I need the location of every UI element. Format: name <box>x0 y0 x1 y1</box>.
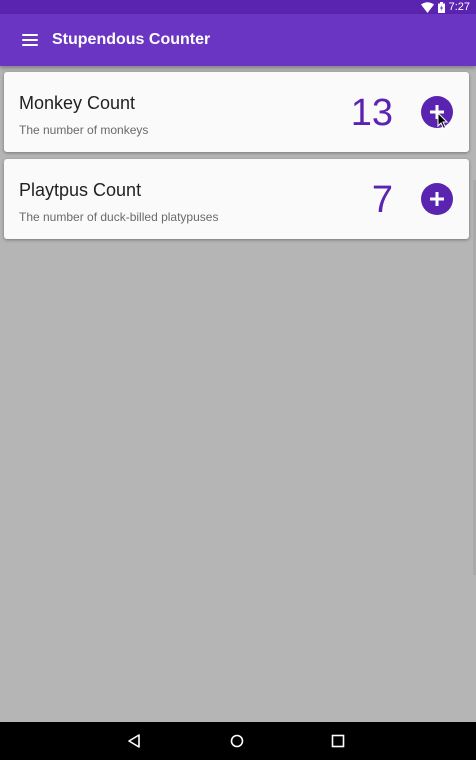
recents-icon[interactable] <box>330 733 346 749</box>
status-bar: 7:27 <box>0 0 476 14</box>
status-time: 7:27 <box>448 1 470 13</box>
menu-icon[interactable] <box>22 34 38 46</box>
counter-title: Monkey Count <box>19 93 136 113</box>
counter-value: 13 <box>350 92 393 134</box>
platypus-counter-card: Playtpus Count The number of duck-billed… <box>4 159 469 239</box>
counter-subtitle: The number of monkeys <box>19 123 149 137</box>
counter-title: Playtpus Count <box>19 180 142 200</box>
home-icon[interactable] <box>229 733 245 749</box>
status-icons: 7:27 <box>420 0 470 14</box>
navigation-bar <box>0 722 476 760</box>
counter-value: 7 <box>371 179 393 221</box>
battery-charging-icon <box>437 1 445 13</box>
plus-icon <box>430 192 444 206</box>
app-bar: Stupendous Counter <box>0 14 476 66</box>
wifi-icon <box>420 1 434 13</box>
increment-platypus-button[interactable] <box>421 183 453 215</box>
counter-subtitle: The number of duck-billed platypuses <box>19 210 219 224</box>
monkey-counter-card: Monkey Count The number of monkeys 13 <box>4 72 469 152</box>
mouse-cursor-icon <box>437 112 449 130</box>
back-icon[interactable] <box>127 733 143 749</box>
app-title: Stupendous Counter <box>52 31 211 48</box>
